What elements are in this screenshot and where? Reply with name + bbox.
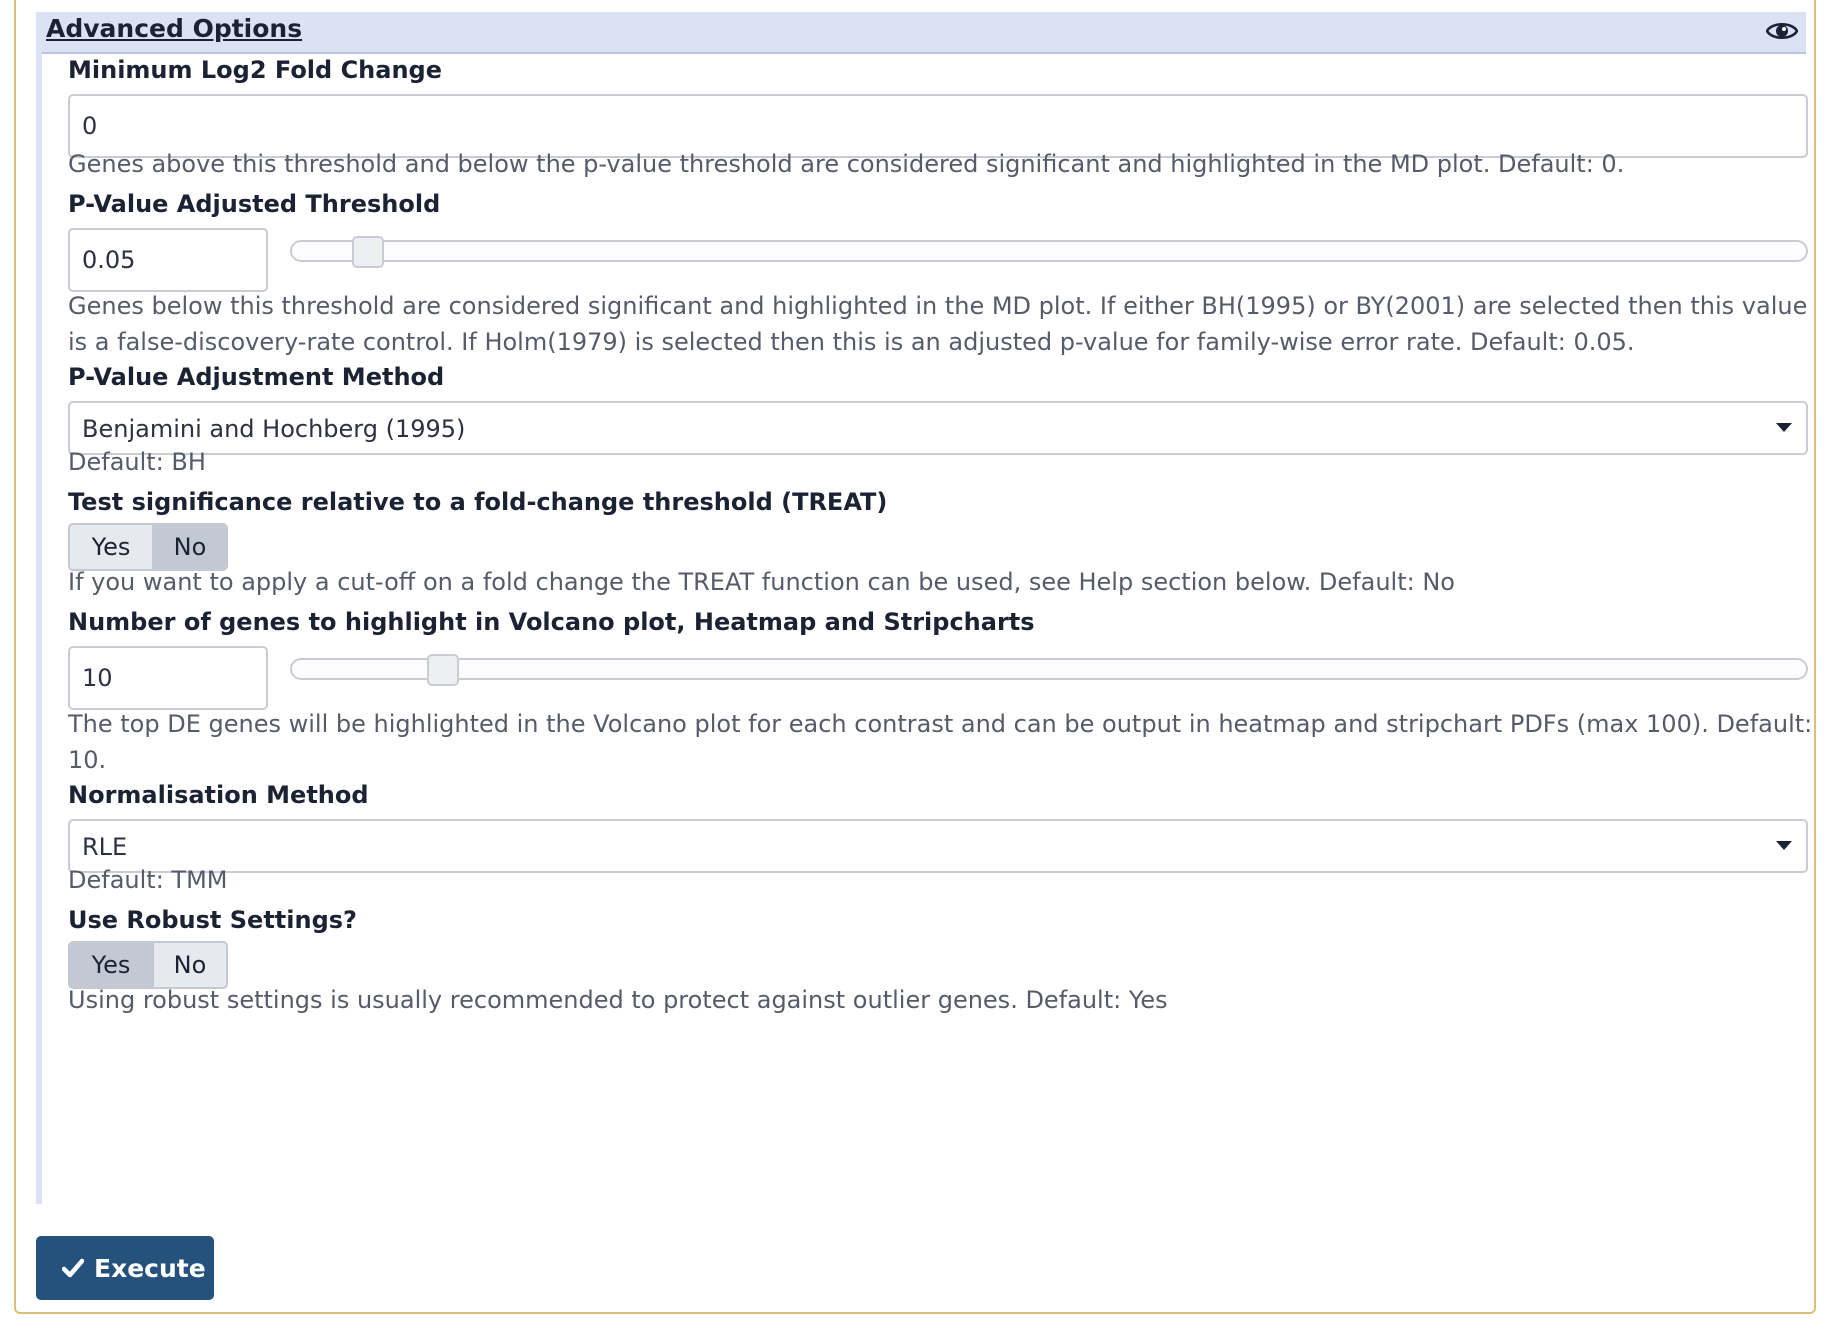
top-genes-slider[interactable] bbox=[290, 654, 1808, 686]
robust-help: Using robust settings is usually recomme… bbox=[68, 986, 1168, 1014]
chevron-down-icon bbox=[1776, 841, 1792, 850]
eye-icon[interactable] bbox=[1766, 19, 1798, 43]
pvalue-help: Genes below this threshold are considere… bbox=[68, 292, 1808, 356]
execute-button[interactable]: Execute bbox=[36, 1236, 214, 1300]
treat-yes-button[interactable]: Yes bbox=[70, 525, 152, 569]
top-genes-label: Number of genes to highlight in Volcano … bbox=[68, 608, 1035, 636]
robust-label: Use Robust Settings? bbox=[68, 906, 357, 934]
norm-method-value: RLE bbox=[82, 833, 128, 861]
pvalue-slider-handle[interactable] bbox=[351, 236, 384, 268]
execute-label: Execute bbox=[94, 1253, 206, 1283]
robust-yes-button[interactable]: Yes bbox=[70, 943, 152, 987]
section-header[interactable]: Advanced Options bbox=[42, 12, 1806, 54]
top-genes-help: The top DE genes will be highlighted in … bbox=[68, 710, 1813, 774]
log2fc-help: Genes above this threshold and below the… bbox=[68, 150, 1625, 178]
top-genes-slider-handle[interactable] bbox=[427, 654, 460, 686]
treat-label: Test significance relative to a fold-cha… bbox=[68, 488, 888, 516]
pvalue-slider[interactable] bbox=[290, 236, 1808, 268]
adjust-method-help: Default: BH bbox=[68, 448, 206, 476]
adjust-method-value: Benjamini and Hochberg (1995) bbox=[82, 415, 466, 443]
check-icon bbox=[62, 1258, 84, 1278]
adjust-method-label: P-Value Adjustment Method bbox=[68, 363, 445, 391]
chevron-down-icon bbox=[1776, 423, 1792, 432]
section-title[interactable]: Advanced Options bbox=[46, 14, 302, 43]
pvalue-label: P-Value Adjusted Threshold bbox=[68, 190, 441, 218]
treat-help: If you want to apply a cut-off on a fold… bbox=[68, 568, 1455, 596]
log2fc-label: Minimum Log2 Fold Change bbox=[68, 56, 443, 84]
pvalue-input[interactable] bbox=[68, 228, 268, 292]
treat-no-button[interactable]: No bbox=[152, 525, 226, 569]
top-genes-input[interactable] bbox=[68, 646, 268, 710]
robust-no-button[interactable]: No bbox=[152, 943, 226, 987]
norm-method-help: Default: TMM bbox=[68, 866, 228, 894]
norm-method-label: Normalisation Method bbox=[68, 781, 369, 809]
advanced-options-section: Advanced Options Minimum Log2 Fold Chang… bbox=[36, 12, 1812, 1204]
